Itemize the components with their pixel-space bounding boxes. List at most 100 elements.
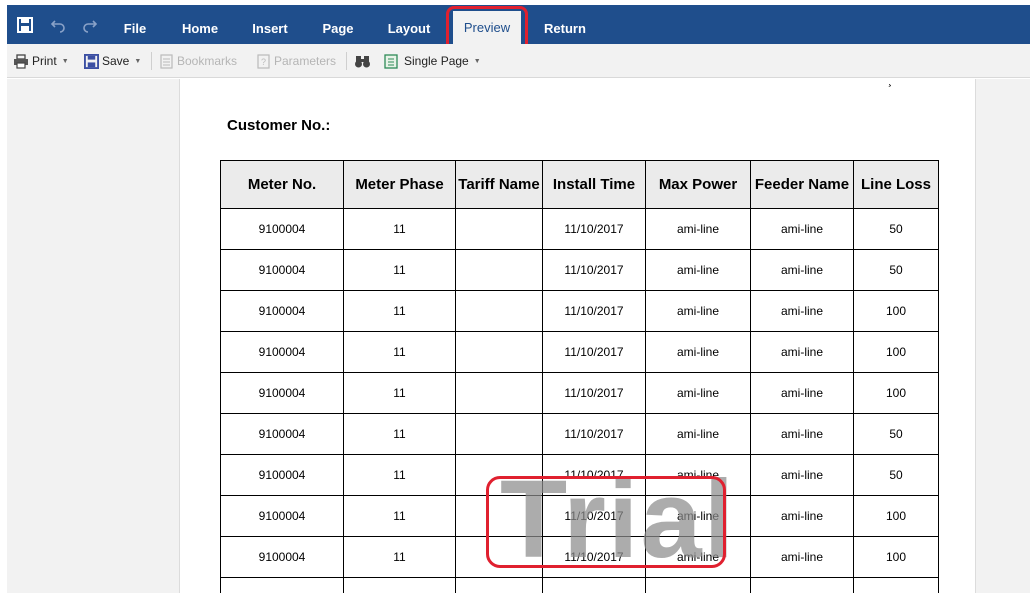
print-button[interactable]: Print ▼ xyxy=(13,44,69,78)
cell-line-loss: 50 xyxy=(853,413,939,455)
cell-meter-phase: 11 xyxy=(343,249,456,291)
save-label: Save xyxy=(102,54,130,68)
column-header-meter-no: Meter No. xyxy=(220,160,344,209)
column-header-meter-phase: Meter Phase xyxy=(343,160,456,209)
chevron-down-icon[interactable]: ▼ xyxy=(474,58,481,65)
cell-meter-no: 9100004 xyxy=(220,249,344,291)
cell-feeder-name: ami-line xyxy=(750,536,854,578)
trial-highlight-annotation xyxy=(486,476,726,568)
cell-install-time: 11/10/2017 xyxy=(542,208,646,250)
menu-page[interactable]: Page xyxy=(315,5,361,44)
cell-max-power: ami-line xyxy=(645,290,751,332)
cell-feeder-name: ami-line xyxy=(750,331,854,373)
cell-install-time: 11/10/2017 xyxy=(542,290,646,332)
column-header-install-time: Install Time xyxy=(542,160,646,209)
menu-layout[interactable]: Layout xyxy=(383,5,435,44)
parameters-icon: ? xyxy=(257,53,270,69)
table-row: 91000041111/10/2017ami-lineami-line50 xyxy=(220,208,939,250)
cell-install-time: 11/10/2017 xyxy=(542,413,646,455)
view-mode-label: Single Page xyxy=(404,54,469,68)
column-header-feeder-name: Feeder Name xyxy=(750,160,854,209)
cell-meter-no: 9100004 xyxy=(220,372,344,414)
cell-tariff-name xyxy=(455,249,543,291)
menu-return[interactable]: Return xyxy=(537,5,593,44)
column-header-line-loss: Line Loss xyxy=(853,160,939,209)
view-mode-dropdown[interactable]: Single Page ▼ xyxy=(384,44,481,78)
cell-line-loss: 100 xyxy=(853,290,939,332)
toolbar-divider xyxy=(151,52,152,70)
cell-line-loss: 50 xyxy=(853,208,939,250)
cell-install-time: 11/10/2017 xyxy=(542,372,646,414)
cell-line-loss: 50 xyxy=(853,577,939,593)
cell-meter-no: 9100004 xyxy=(220,454,344,496)
cell-meter-phase: 11 xyxy=(343,454,456,496)
cell-line-loss: 100 xyxy=(853,331,939,373)
cell-meter-phase: 11 xyxy=(343,413,456,455)
print-label: Print xyxy=(32,54,57,68)
cell-feeder-name: ami-line xyxy=(750,249,854,291)
cell-feeder-name: ami-line xyxy=(750,454,854,496)
cell-line-loss: 50 xyxy=(853,454,939,496)
cell-meter-no: 9100004 xyxy=(220,331,344,373)
chevron-down-icon[interactable]: ▼ xyxy=(62,58,69,65)
menu-insert[interactable]: Insert xyxy=(245,5,295,44)
cell-meter-no: 9100004 xyxy=(220,413,344,455)
cell-install-time: 11/10/2017 xyxy=(542,249,646,291)
menu-file[interactable]: File xyxy=(113,5,157,44)
cell-line-loss: 100 xyxy=(853,536,939,578)
bookmarks-icon xyxy=(160,53,173,69)
parameters-button[interactable]: ? Parameters xyxy=(256,44,336,78)
table-row: 9100004 11 11/10/2017 ami-line ami-line 100 xyxy=(220,372,939,414)
bookmarks-button[interactable]: Bookmarks xyxy=(159,44,237,78)
cell-max-power: ami-line xyxy=(645,331,751,373)
toolbar: Print ▼ Save ▼ Bookmarks ? Parameters Si… xyxy=(7,44,1030,78)
cell-meter-no: 9100004 xyxy=(220,208,344,250)
find-button[interactable] xyxy=(354,44,374,78)
cell-tariff-name xyxy=(455,208,543,250)
column-header-tariff-name: Tariff Name xyxy=(455,160,543,209)
cell-max-power: ami-line xyxy=(645,413,751,455)
parameters-label: Parameters xyxy=(274,54,337,68)
single-page-icon xyxy=(384,53,398,69)
save-icon xyxy=(84,53,99,69)
cell-meter-phase: 11 xyxy=(343,536,456,578)
cell-meter-phase: 11 xyxy=(343,372,456,414)
cell-tariff-name xyxy=(455,331,543,373)
table-row: 9100004 11 11/10/2017 ami-line ami-line 100 xyxy=(220,331,939,373)
column-header-max-power: Max Power xyxy=(645,160,751,209)
chevron-down-icon[interactable]: ▼ xyxy=(134,58,141,65)
cell-meter-phase: 11 xyxy=(343,577,456,593)
cell-line-loss: 100 xyxy=(853,495,939,537)
table-row: 9100004 11 11/10/2017 ami-line ami-line 100 xyxy=(220,290,939,332)
cell-feeder-name: ami-line xyxy=(750,577,854,593)
cell-line-loss: 50 xyxy=(853,249,939,291)
table-row: 91000041111/10/2017ami-lineami-line50 xyxy=(220,249,939,291)
redo-icon[interactable] xyxy=(80,15,100,35)
cell-meter-no: 9100004 xyxy=(220,577,344,593)
bookmarks-label: Bookmarks xyxy=(177,54,238,68)
cell-meter-phase: 11 xyxy=(343,331,456,373)
cell-feeder-name: ami-line xyxy=(750,208,854,250)
cell-install-time: 11/10/2017 xyxy=(542,331,646,373)
cell-feeder-name: ami-line xyxy=(750,413,854,455)
cell-max-power: ami-line xyxy=(645,249,751,291)
printer-icon xyxy=(14,53,28,69)
svg-text:?: ? xyxy=(261,57,266,67)
cell-meter-phase: 11 xyxy=(343,208,456,250)
cell-line-loss: 100 xyxy=(853,372,939,414)
cell-meter-phase: 11 xyxy=(343,495,456,537)
cell-tariff-name xyxy=(455,413,543,455)
save-icon[interactable] xyxy=(15,15,35,35)
table-header-row: Meter No. Meter Phase Tariff Name Instal… xyxy=(220,160,939,209)
cell-meter-no: 9100004 xyxy=(220,290,344,332)
cell-feeder-name: ami-line xyxy=(750,372,854,414)
undo-icon[interactable] xyxy=(48,15,68,35)
cell-feeder-name: ami-line xyxy=(750,290,854,332)
toolbar-divider xyxy=(346,52,347,70)
customer-number-label: Customer No.: xyxy=(227,117,331,134)
cell-meter-no: 9100004 xyxy=(220,536,344,578)
cell-tariff-name xyxy=(455,290,543,332)
cell-meter-no: 9100004 xyxy=(220,495,344,537)
save-button[interactable]: Save ▼ xyxy=(84,44,141,78)
menu-home[interactable]: Home xyxy=(175,5,225,44)
